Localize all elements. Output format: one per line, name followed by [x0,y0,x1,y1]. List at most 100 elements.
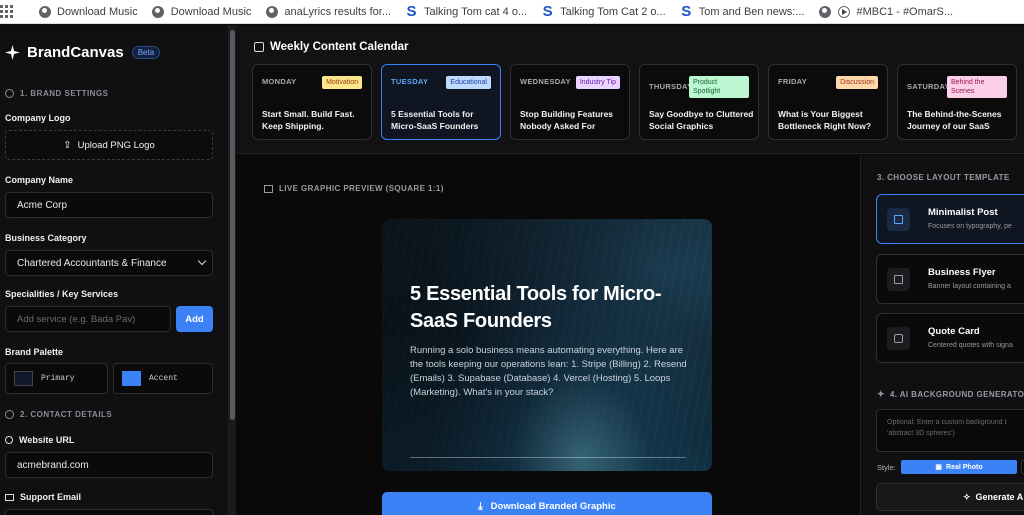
download-icon: ⤓ [478,500,483,512]
bookmark-item[interactable]: S Tom and Ben news:... [680,0,804,23]
support-email-label: Support Email [5,492,81,502]
business-category-select[interactable]: Chartered Accountants & Finance [5,250,213,276]
template-desc: Banner layout containing a [928,283,1011,290]
company-name-value: Acme Corp [17,199,68,211]
card-title: Start Small. Build Fast. Keep Shipping. [262,109,355,131]
s-logo-icon: S [406,3,417,20]
contact-icon [5,410,14,419]
globe-icon [265,5,278,18]
bookmark-item[interactable]: S Talking Tom Cat 2 o... [541,0,666,23]
preview-label-text: LIVE GRAPHIC PREVIEW (SQUARE 1:1) [279,184,444,193]
beta-badge: Beta [131,46,161,59]
template-name: Quote Card [928,326,980,337]
calendar-card-tuesday[interactable]: TUESDAY Educational 5 Essential Tools fo… [381,64,501,140]
bookmark-label: #MBC1 - #OmarS... [856,5,954,18]
service-placeholder: Add service (e.g. Bada Pav) [17,313,136,325]
sidebar-scroll-thumb[interactable] [230,30,235,420]
template-minimalist-post[interactable]: Minimalist Post Focuses on typography, p… [876,194,1024,244]
section-brand-settings: 1. BRAND SETTINGS [5,89,109,98]
bookmark-label: Download Music [57,5,138,18]
company-name-input[interactable]: Acme Corp [5,192,213,218]
primary-color-picker[interactable]: Primary [5,363,108,394]
website-url-input[interactable]: acmebrand.com [5,452,213,478]
primary-label: Primary [41,374,75,383]
section-title: 4. AI BACKGROUND GENERATO [889,390,1024,399]
card-title: What is Your Biggest Bottleneck Right No… [778,109,872,131]
support-email-input[interactable] [5,509,213,515]
globe-icon [38,5,51,18]
bookmark-item[interactable]: #MBC1 - #OmarS... [818,0,954,23]
template-business-flyer[interactable]: Business Flyer Banner layout containing … [876,254,1024,304]
card-day: TUESDAY [391,77,429,86]
style-value: Real Photo [946,463,983,471]
s-logo-icon: S [542,3,553,20]
service-input[interactable]: Add service (e.g. Bada Pav) [5,306,171,332]
accent-color-picker[interactable]: Accent [113,363,213,394]
brand-palette-label: Brand Palette [5,347,64,357]
layout-icon [887,208,910,231]
brand-header: BrandCanvas Beta [5,44,161,61]
primary-swatch [14,371,33,386]
business-category-label: Business Category [5,233,87,243]
calendar-card-monday[interactable]: MONDAY Motivation Start Small. Build Fas… [252,64,372,140]
card-tag: Behind the Scenes [947,76,1007,98]
graphic-headline: 5 Essential Tools for Micro-SaaS Founder… [410,283,662,332]
mail-icon [5,493,14,501]
generate-background-button[interactable]: ✧ Generate A [876,483,1024,511]
specialities-label: Specialities / Key Services [5,289,119,299]
upload-logo-button[interactable]: ⇪ Upload PNG Logo [5,130,213,160]
upload-icon: ⇪ [63,139,72,151]
bookmarks-bar: Download Music Download Music anaLyrics … [0,0,1024,24]
business-category-value: Chartered Accountants & Finance [17,257,167,269]
add-service-button[interactable]: Add [176,306,213,332]
brand-name: BrandCanvas [27,44,124,61]
bookmark-item[interactable]: anaLyrics results for... [265,0,391,23]
magic-wand-icon: ✧ [963,491,971,502]
company-logo-label: Company Logo [5,113,71,123]
bookmark-label: Talking Tom Cat 2 o... [560,5,666,18]
play-icon [837,5,850,18]
calendar-card-friday[interactable]: FRIDAY Discussion What is Your Biggest B… [768,64,888,140]
generate-label: Generate A [975,492,1024,502]
apps-grid-icon[interactable] [0,0,14,23]
globe-icon [152,5,165,18]
calendar-card-thursday[interactable]: THURSDAY Product Spotlight Say Goodbye t… [639,64,759,140]
section-title: 2. CONTACT DETAILS [20,410,113,419]
globe-icon [818,5,831,18]
bookmark-label: anaLyrics results for... [284,5,391,18]
template-name: Business Flyer [928,267,996,278]
calendar-card-saturday[interactable]: SATURDAY Behind the Scenes The Behind-th… [897,64,1017,140]
website-url-label: Website URL [5,435,74,445]
calendar-card-wednesday[interactable]: WEDNESDAY Industry Tip Stop Building Fea… [510,64,630,140]
accent-swatch [122,371,141,386]
template-quote-card[interactable]: Quote Card Centered quotes with signa [876,313,1024,363]
globe-icon [5,436,13,444]
card-day: WEDNESDAY [520,77,571,86]
card-title: Say Goodbye to Cluttered Social Graphics [649,109,754,131]
background-prompt-input[interactable]: Optional: Enter a custom background t 'a… [876,409,1024,452]
card-day: FRIDAY [778,77,808,86]
quote-icon [887,327,910,350]
bookmark-label: Talking Tom cat 4 o... [424,5,528,18]
template-name: Minimalist Post [928,207,998,218]
bookmark-item[interactable]: Download Music [152,0,252,23]
bookmark-item[interactable]: S Talking Tom cat 4 o... [405,0,528,23]
card-tag: Industry Tip [575,76,620,89]
section-contact-details: 2. CONTACT DETAILS [5,410,112,419]
card-title: The Behind-the-Scenes Journey of our Saa… [907,109,1002,131]
camera-icon: ▣ [935,464,943,471]
website-label-text: Website URL [19,435,75,445]
accent-label: Accent [149,374,178,383]
card-tag: Product Spotlight [689,76,749,98]
bookmark-label: Download Music [170,5,252,18]
sparkle-icon [5,44,21,61]
bookmark-item[interactable]: Download Music [38,0,138,23]
card-tag: Discussion [836,76,878,89]
email-label-text: Support Email [20,492,82,502]
section-layout-template: 3. CHOOSE LAYOUT TEMPLATE [877,173,1010,182]
card-day: SATURDAY [907,82,950,91]
download-graphic-button[interactable]: ⤓ Download Branded Graphic [382,492,712,515]
style-label: Style: [877,463,896,472]
card-tag: Motivation [322,76,362,89]
style-real-photo-button[interactable]: ▣ Real Photo [901,460,1017,474]
